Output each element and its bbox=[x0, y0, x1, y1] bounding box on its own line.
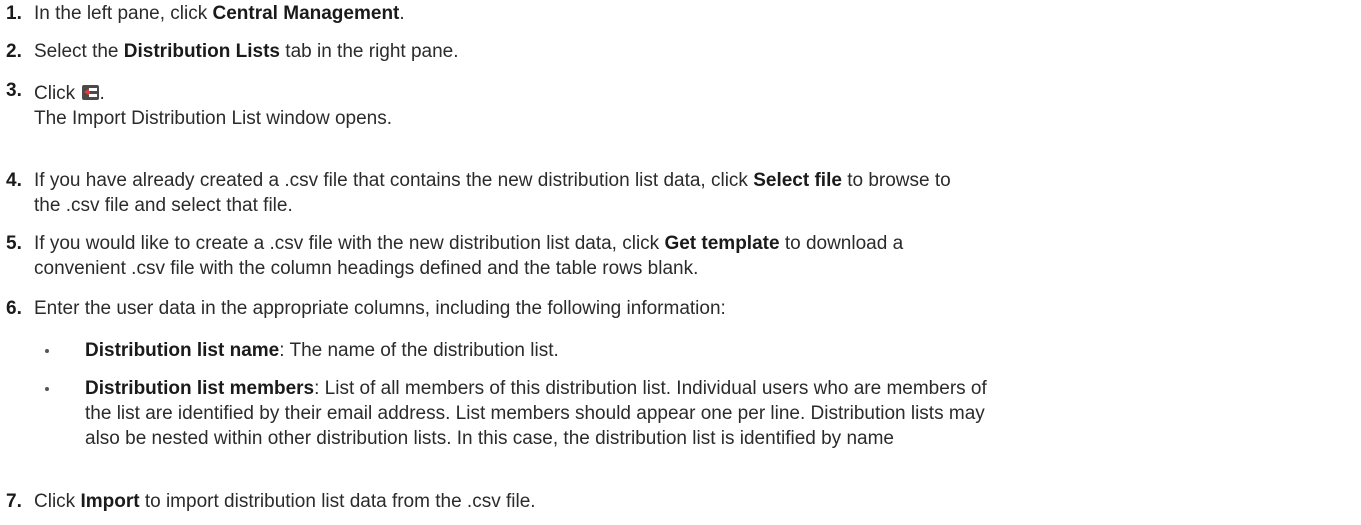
step-5: 5. If you would like to create a .csv fi… bbox=[6, 231, 1351, 281]
step-number: 4. bbox=[6, 170, 22, 191]
step-number: 2. bbox=[6, 41, 22, 62]
step-text: If you have already created a .csv file … bbox=[34, 170, 951, 216]
ui-term-select-file: Select file bbox=[753, 170, 842, 191]
step-text: Select the Distribution Lists tab in the… bbox=[34, 41, 459, 62]
field-term: Distribution list members bbox=[85, 378, 315, 399]
step-2: 2. Select the Distribution Lists tab in … bbox=[6, 39, 1351, 64]
bullet-item-distribution-list-name: Distribution list name: The name of the … bbox=[41, 338, 1351, 363]
ui-term-get-template: Get template bbox=[664, 233, 780, 254]
step-number: 1. bbox=[6, 3, 22, 24]
step-text: Click Import to import distribution list… bbox=[34, 491, 536, 512]
step-number: 7. bbox=[6, 491, 22, 512]
bullet-marker bbox=[41, 338, 85, 363]
step-1: 1. In the left pane, click Central Manag… bbox=[6, 1, 1351, 26]
step-number: 6. bbox=[6, 298, 22, 319]
step-number: 3. bbox=[6, 80, 22, 101]
step-3: 3. Click . The Import Distribution List … bbox=[6, 80, 1351, 131]
bullet-item-distribution-list-members: Distribution list members: List of all m… bbox=[41, 376, 1351, 451]
step-text: In the left pane, click Central Manageme… bbox=[34, 3, 405, 24]
step-4: 4. If you have already created a .csv fi… bbox=[6, 168, 1351, 218]
import-distribution-list-icon bbox=[82, 85, 100, 100]
step-6: 6. Enter the user data in the appropriat… bbox=[6, 296, 1351, 321]
step-text: If you would like to create a .csv file … bbox=[34, 233, 904, 279]
ui-term-distribution-lists: Distribution Lists bbox=[123, 41, 281, 62]
step-text: Enter the user data in the appropriate c… bbox=[34, 298, 726, 319]
step-7: 7. Click Import to import distribution l… bbox=[6, 489, 1351, 514]
ui-term-import: Import bbox=[80, 491, 140, 512]
step-number: 5. bbox=[6, 233, 22, 254]
field-term: Distribution list name bbox=[85, 340, 280, 361]
ui-term-central-management: Central Management bbox=[212, 3, 400, 24]
step-result: The Import Distribution List window open… bbox=[34, 108, 392, 129]
bullet-marker bbox=[41, 376, 85, 451]
step-text: Click . The Import Distribution List win… bbox=[34, 81, 1351, 131]
